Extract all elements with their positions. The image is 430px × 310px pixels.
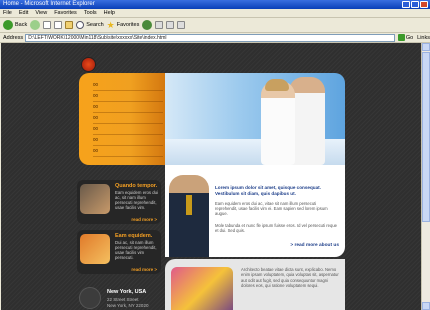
nav-menu: 00 00 00 00 00 00 00 xyxy=(79,73,165,165)
forward-arrow-icon[interactable] xyxy=(30,20,41,30)
back-button[interactable]: Back xyxy=(3,20,27,30)
address-input[interactable]: D:\LEFT\WORK\12000\Min118\Sub\site\xxxxx… xyxy=(25,33,395,42)
go-arrow-icon xyxy=(397,34,405,41)
vertical-scrollbar[interactable] xyxy=(421,43,430,310)
minimize-button[interactable] xyxy=(402,1,410,8)
tie-shape xyxy=(186,195,192,215)
favorites-button[interactable]: ★ Favorites xyxy=(107,20,140,31)
nav-item[interactable]: 00 xyxy=(93,92,163,102)
news-title[interactable]: Eam equidem. xyxy=(115,233,152,239)
home-icon[interactable] xyxy=(65,21,74,29)
about-paragraph: Eam equidem eros dui ac, vitae sit nam i… xyxy=(215,201,328,216)
news-text: Eam equidem eros dui ac, sit nam illum p… xyxy=(115,190,158,210)
news-card: Quando tempor. Eam equidem eros dui ac, … xyxy=(77,180,161,224)
bride-hair xyxy=(265,79,289,91)
news-title[interactable]: Quando tempor. xyxy=(115,183,157,189)
bride-figure xyxy=(261,81,295,165)
search-button[interactable]: Search xyxy=(76,21,104,29)
address-city: New York, USA xyxy=(107,289,147,295)
nav-item[interactable]: 00 xyxy=(93,125,163,135)
go-button[interactable]: Go xyxy=(397,34,413,41)
site-logo[interactable] xyxy=(81,57,96,72)
news-text: Dui ac, sit nam illum persecuti reprehen… xyxy=(115,240,157,260)
bottom-section: Architecto beatae vitae dicta sunt, expl… xyxy=(165,259,345,310)
bottom-text: Architecto beatae vitae dicta sunt, expl… xyxy=(241,267,339,288)
read-more-about-link[interactable]: > read more about us xyxy=(290,243,339,248)
title-bar: Home - Microsoft Internet Explorer xyxy=(0,0,430,9)
scroll-up-arrow-icon[interactable] xyxy=(422,43,430,51)
edit-icon[interactable] xyxy=(177,21,186,29)
address-bar: Address D:\LEFT\WORK\12000\Min118\Sub\si… xyxy=(0,33,430,43)
menu-file[interactable]: File xyxy=(3,9,12,17)
read-more-link[interactable]: read more > xyxy=(131,217,157,222)
menu-help[interactable]: Help xyxy=(104,9,115,17)
scroll-thumb[interactable] xyxy=(422,52,430,222)
nav-item[interactable]: 00 xyxy=(93,103,163,113)
mail-icon[interactable] xyxy=(155,21,164,29)
about-paragraph: Mole tabunda et nunc fle ipsum fuisse er… xyxy=(215,223,337,233)
menu-tools[interactable]: Tools xyxy=(84,9,97,17)
read-more-link[interactable]: read more > xyxy=(131,267,157,272)
nav-item[interactable]: 00 xyxy=(93,114,163,124)
address-block: New York, USA 22 Street Street New York,… xyxy=(77,287,161,310)
party-photo xyxy=(171,267,233,310)
address-line: New York, NY 22020 xyxy=(107,303,149,308)
toolbar: Back Search ★ Favorites xyxy=(0,18,430,33)
news-card: Eam equidem. Dui ac, sit nam illum perse… xyxy=(77,230,161,274)
hero-image xyxy=(165,73,345,165)
nav-item[interactable]: 00 xyxy=(93,136,163,146)
globe-icon xyxy=(79,287,101,309)
menu-bar: File Edit View Favorites Tools Help xyxy=(0,9,430,18)
menu-view[interactable]: View xyxy=(35,9,47,17)
web-page: 00 00 00 00 00 00 00 Quando tempor. Eam … xyxy=(1,43,421,310)
browser-window: Home - Microsoft Internet Explorer File … xyxy=(0,0,430,310)
star-icon: ★ xyxy=(106,19,115,30)
maximize-button[interactable] xyxy=(411,1,419,8)
menu-edit[interactable]: Edit xyxy=(19,9,28,17)
print-icon[interactable] xyxy=(166,21,175,29)
menu-favorites[interactable]: Favorites xyxy=(54,9,77,17)
nav-item[interactable]: 00 xyxy=(93,81,163,91)
news-photo xyxy=(80,184,110,214)
nav-item[interactable]: 00 xyxy=(93,147,163,157)
media-icon[interactable] xyxy=(142,20,153,30)
address-line: 22 Street Street xyxy=(107,297,139,302)
news-photo xyxy=(80,234,110,264)
search-icon xyxy=(76,21,85,29)
refresh-icon[interactable] xyxy=(54,21,63,29)
links-label[interactable]: Links xyxy=(417,35,430,41)
back-arrow-icon xyxy=(3,20,13,30)
close-button[interactable] xyxy=(420,1,428,8)
stop-icon[interactable] xyxy=(43,21,52,29)
about-section: Lorem ipsum dolor sit amet, quisque cons… xyxy=(165,165,345,257)
window-title: Home - Microsoft Internet Explorer xyxy=(3,1,95,7)
scroll-down-arrow-icon[interactable] xyxy=(422,302,430,310)
address-label: Address xyxy=(3,34,24,41)
businessman-photo xyxy=(169,175,209,257)
about-heading: Lorem ipsum dolor sit amet, quisque cons… xyxy=(215,185,321,196)
